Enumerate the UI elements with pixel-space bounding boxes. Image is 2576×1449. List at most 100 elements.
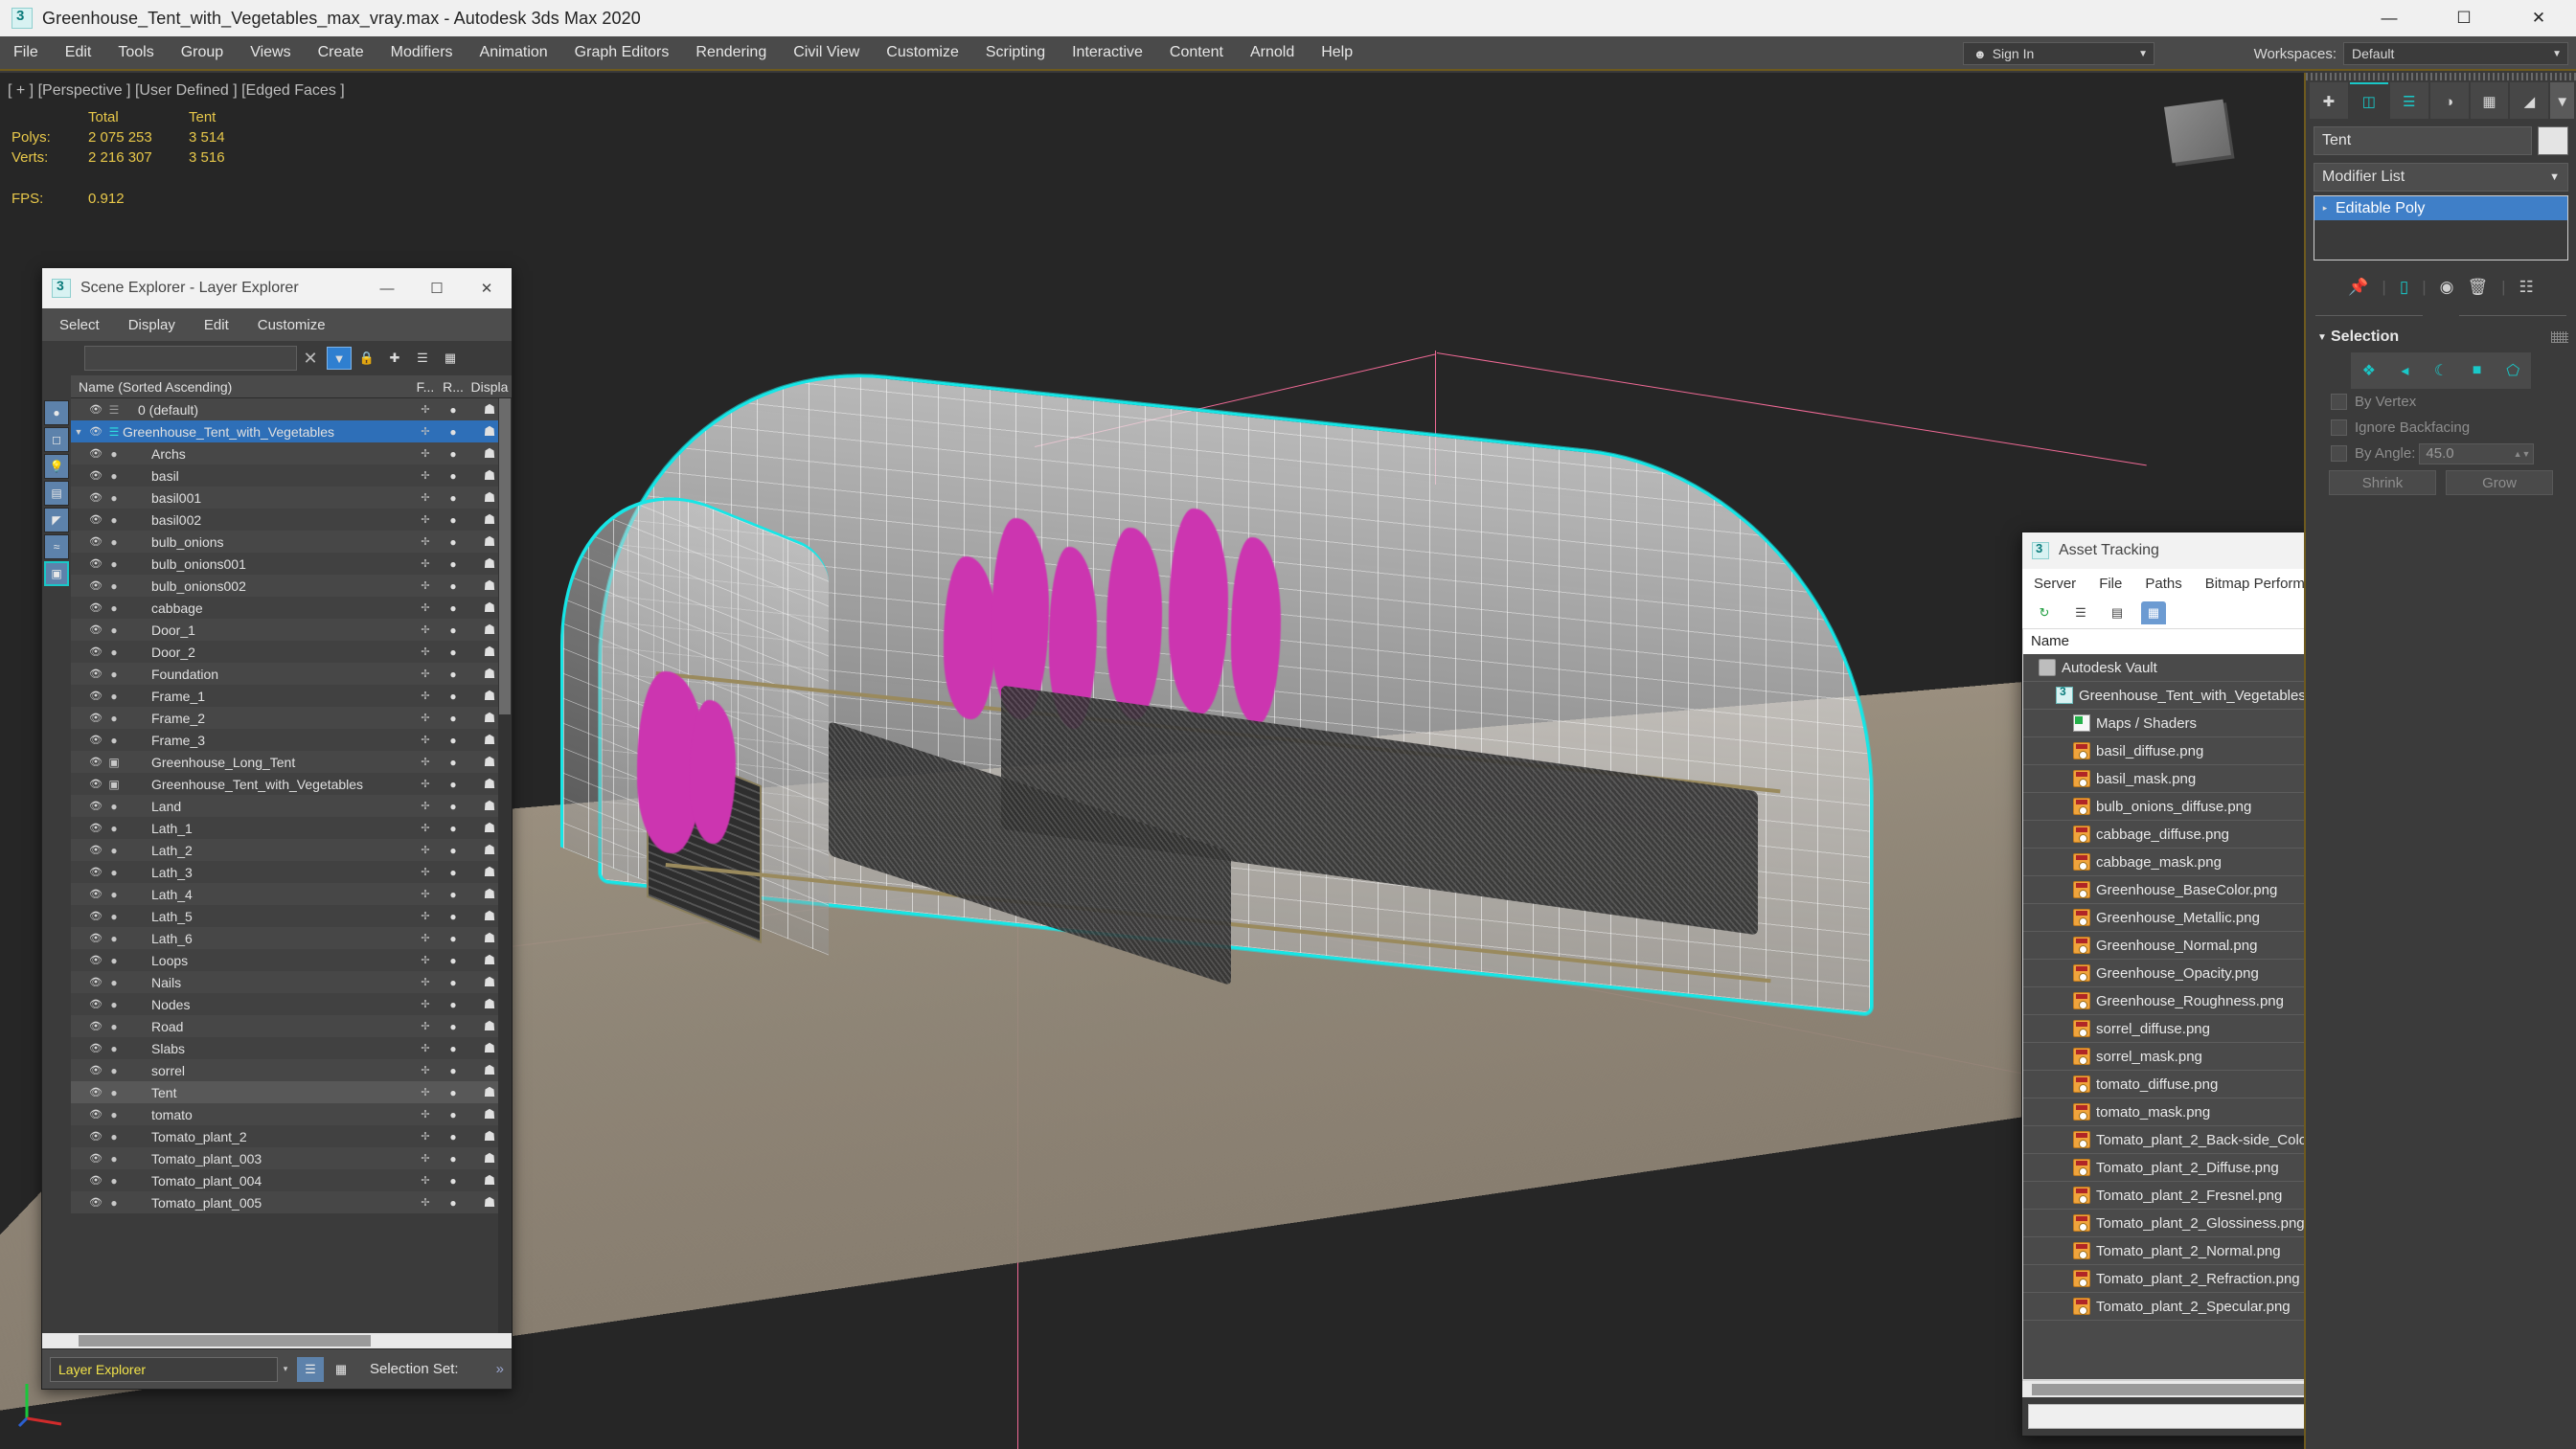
visibility-eye-icon[interactable]: 👁 [86,491,105,504]
visibility-eye-icon[interactable]: 👁 [86,425,105,438]
layer-row[interactable]: 👁 ● basil ✢ ● ☗ [71,464,512,487]
frozen-cell[interactable]: ✢ [412,1086,439,1098]
lights-filter-icon[interactable]: 💡 [44,454,69,479]
by-vertex-checkbox[interactable] [2331,394,2347,410]
layer-row[interactable]: ▼ 👁 ☰ Greenhouse_Tent_with_Vegetables ✢ ● ☗ [71,420,512,442]
frozen-cell[interactable]: ✢ [412,403,439,416]
shapes-filter-icon[interactable]: ◻ [44,427,69,452]
frozen-cell[interactable]: ✢ [412,623,439,636]
visibility-eye-icon[interactable]: 👁 [86,513,105,526]
object-name-input[interactable] [2314,126,2532,155]
object-color-swatch[interactable] [2538,126,2568,155]
scene-explorer-minimize-button[interactable]: — [362,268,412,308]
select-by-layer-icon[interactable]: ▦ [438,347,463,370]
frozen-cell[interactable]: ✢ [412,888,439,900]
visibility-eye-icon[interactable]: 👁 [86,1042,105,1054]
layer-row[interactable]: 👁 ● Tomato_plant_2 ✢ ● ☗ [71,1125,512,1147]
frozen-cell[interactable]: ✢ [412,1152,439,1165]
expand-chevrons-icon[interactable]: » [496,1361,504,1377]
visibility-eye-icon[interactable]: 👁 [86,668,105,680]
vertex-icon[interactable]: ❖ [2355,356,2383,385]
se-menu-customize[interactable]: Customize [258,317,326,333]
menu-tools[interactable]: Tools [104,35,167,70]
menu-graph-editors[interactable]: Graph Editors [561,35,683,70]
visibility-eye-icon[interactable]: 👁 [86,822,105,834]
hierarchy-tab[interactable]: ☰ [2389,82,2428,119]
layers-filter-icon[interactable]: ▣ [44,561,69,586]
render-cell[interactable]: ● [439,998,467,1011]
frozen-cell[interactable]: ✢ [412,690,439,702]
render-cell[interactable]: ● [439,469,467,483]
geometry-filter-icon[interactable]: ● [44,400,69,425]
frozen-cell[interactable]: ✢ [412,976,439,988]
modify-tab[interactable]: ◫ [2349,82,2388,119]
render-cell[interactable]: ● [439,447,467,461]
visibility-eye-icon[interactable]: 👁 [86,866,105,878]
visibility-eye-icon[interactable]: 👁 [86,469,105,482]
menu-rendering[interactable]: Rendering [682,35,780,70]
frozen-cell[interactable]: ✢ [412,734,439,746]
element-icon[interactable]: ⬠ [2498,356,2527,385]
modifier-list-dropdown[interactable]: Modifier List ▼ [2314,163,2568,192]
layer-row[interactable]: 👁 ● Nodes ✢ ● ☗ [71,993,512,1015]
layer-row[interactable]: 👁 ● Frame_2 ✢ ● ☗ [71,707,512,729]
render-cell[interactable]: ● [439,1086,467,1099]
visibility-eye-icon[interactable]: 👁 [86,447,105,460]
maximize-button[interactable]: ☐ [2427,0,2501,36]
layer-row[interactable]: 👁 ● Loops ✢ ● ☗ [71,949,512,971]
frozen-cell[interactable]: ✢ [412,1064,439,1076]
render-cell[interactable]: ● [439,932,467,945]
layer-row[interactable]: 👁 ● Door_1 ✢ ● ☗ [71,619,512,641]
layer-row[interactable]: 👁 ● Land ✢ ● ☗ [71,795,512,817]
render-cell[interactable]: ● [439,513,467,527]
se-menu-edit[interactable]: Edit [204,317,229,333]
frozen-cell[interactable]: ✢ [412,844,439,856]
layer-row[interactable]: 👁 ● Lath_6 ✢ ● ☗ [71,927,512,949]
frozen-cell[interactable]: ✢ [412,491,439,504]
render-cell[interactable]: ● [439,1042,467,1055]
menu-customize[interactable]: Customize [873,35,972,70]
at-menu-file[interactable]: File [2099,576,2122,592]
render-cell[interactable]: ● [439,425,467,439]
layer-row[interactable]: 👁 ● Lath_4 ✢ ● ☗ [71,883,512,905]
menu-civil-view[interactable]: Civil View [780,35,873,70]
motion-tab[interactable]: ◑ [2429,82,2469,119]
modifier-stack[interactable]: ▸ Editable Poly [2314,195,2568,260]
menu-create[interactable]: Create [305,35,377,70]
layer-props-icon[interactable]: ☰ [410,347,435,370]
layer-explorer-toggle[interactable]: ☰ [297,1356,324,1382]
visibility-eye-icon[interactable]: 👁 [86,1152,105,1165]
menu-arnold[interactable]: Arnold [1237,35,1308,70]
menu-interactive[interactable]: Interactive [1059,35,1156,70]
grid-view-icon[interactable]: ▦ [2141,601,2166,624]
layer-row[interactable]: 👁 ● Road ✢ ● ☗ [71,1015,512,1037]
column-name[interactable]: Name (Sorted Ascending) [71,379,412,395]
layer-row[interactable]: 👁 ● basil001 ✢ ● ☗ [71,487,512,509]
visibility-eye-icon[interactable]: 👁 [86,1086,105,1098]
render-cell[interactable]: ● [439,866,467,879]
layer-row[interactable]: 👁 ● Archs ✢ ● ☗ [71,442,512,464]
expand-arrow-icon[interactable]: ▼ [71,427,86,437]
render-cell[interactable]: ● [439,690,467,703]
render-cell[interactable]: ● [439,1130,467,1143]
render-cell[interactable]: ● [439,888,467,901]
render-cell[interactable]: ● [439,800,467,813]
rollout-grip-icon[interactable] [2551,331,2568,343]
frozen-cell[interactable]: ✢ [412,1196,439,1209]
render-cell[interactable]: ● [439,601,467,615]
by-vertex-row[interactable]: By Vertex [2314,389,2568,415]
se-menu-select[interactable]: Select [59,317,100,333]
refresh-icon[interactable]: ↻ [2032,601,2057,624]
selection-rollout-header[interactable]: ▼ Selection [2314,324,2568,351]
by-angle-spinner[interactable]: 45.0 ▲▼ [2419,442,2535,464]
render-cell[interactable]: ● [439,557,467,571]
render-cell[interactable]: ● [439,976,467,989]
frozen-cell[interactable]: ✢ [412,668,439,680]
frozen-cell[interactable]: ✢ [412,954,439,966]
frozen-cell[interactable]: ✢ [412,469,439,482]
frozen-cell[interactable]: ✢ [412,756,439,768]
render-cell[interactable]: ● [439,403,467,417]
layer-row[interactable]: 👁 ● tomato ✢ ● ☗ [71,1103,512,1125]
by-angle-row[interactable]: By Angle: 45.0 ▲▼ [2314,441,2568,466]
add-layer-icon[interactable]: ✚ [382,347,407,370]
